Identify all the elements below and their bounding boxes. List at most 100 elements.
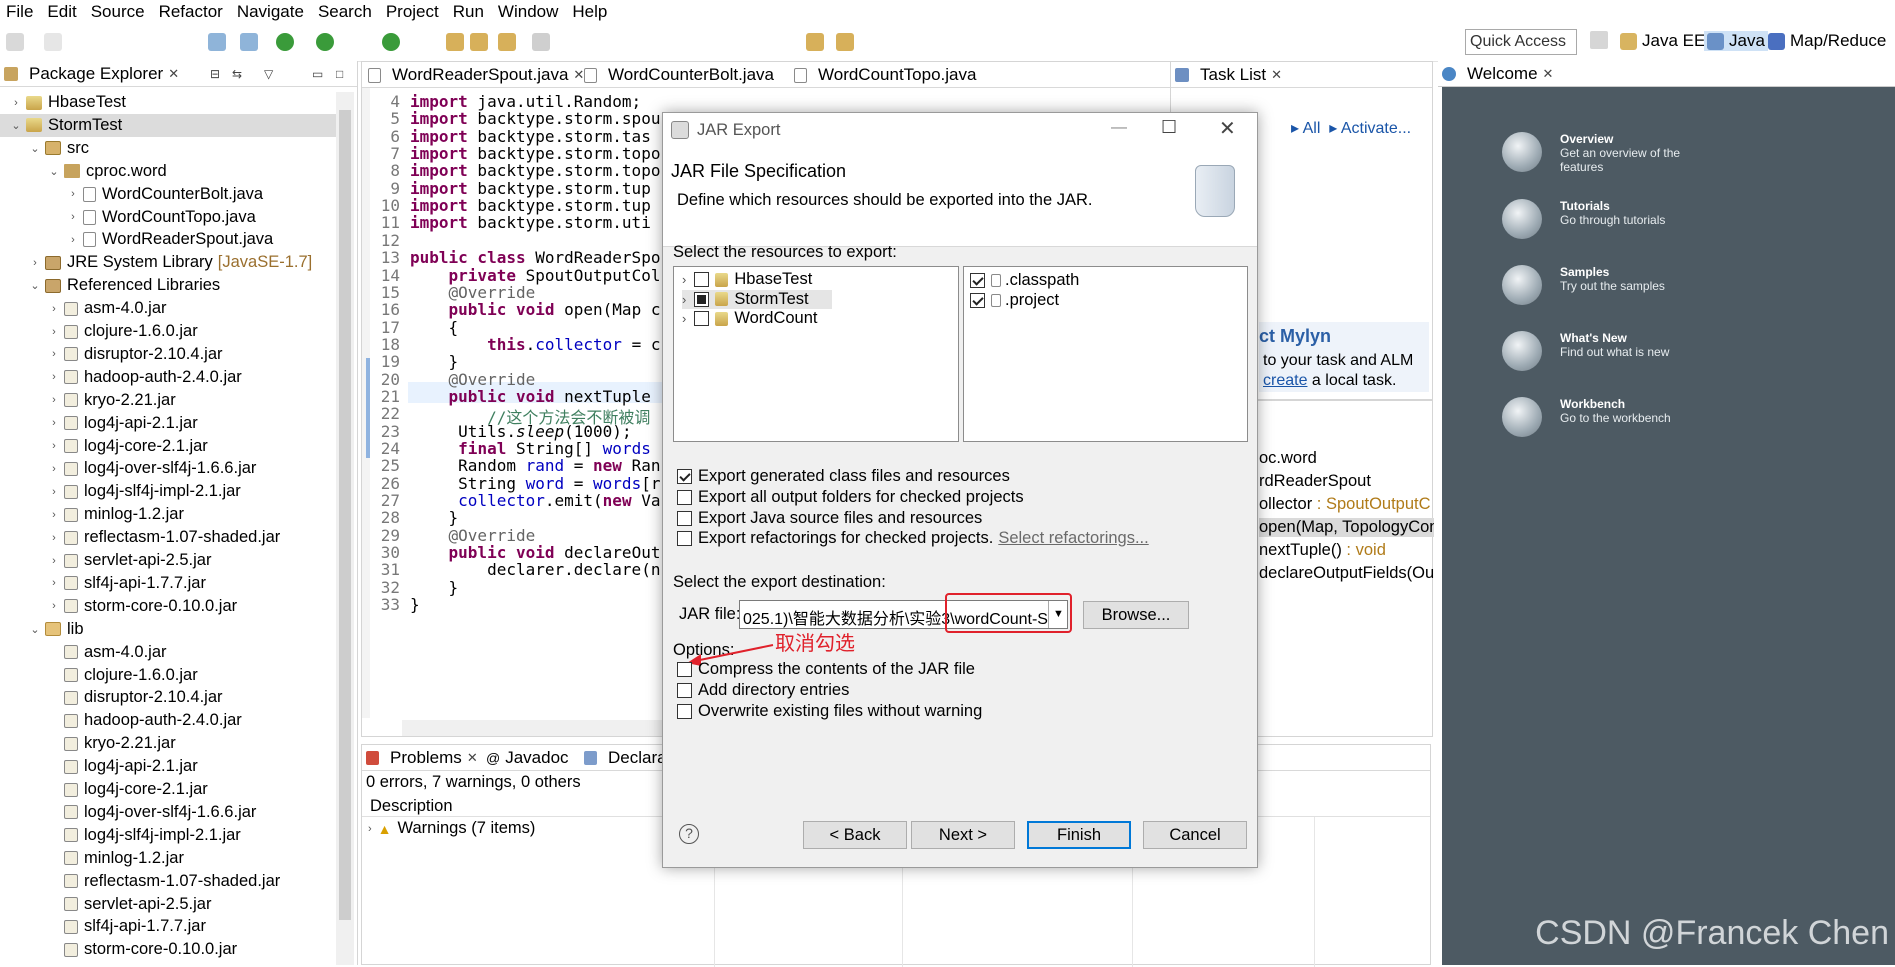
annotation-icon[interactable] — [532, 33, 550, 51]
jar-option-checkbox[interactable] — [677, 662, 692, 677]
outline-item[interactable]: open(Map, TopologyCon — [1259, 518, 1434, 537]
welcome-item-workbench[interactable]: Workbench Go to the workbench — [1502, 397, 1690, 437]
chevron-right-icon[interactable]: › — [682, 292, 686, 307]
tree-item[interactable]: ⌄ cproc.word — [0, 160, 166, 183]
export-option-checkbox[interactable] — [677, 469, 692, 484]
minimize-window-icon[interactable]: — — [1111, 119, 1127, 137]
code-line[interactable]: @Override — [410, 370, 536, 389]
file-checkbox[interactable] — [970, 293, 985, 308]
chevron-right-icon[interactable]: › — [48, 600, 60, 612]
collapse-all-icon[interactable]: ⊟ — [210, 67, 220, 81]
tree-item[interactable]: › log4j-slf4j-impl-2.1.jar — [0, 480, 241, 503]
project-checkbox[interactable] — [694, 311, 710, 326]
tree-item[interactable]: › log4j-core-2.1.jar — [0, 435, 208, 458]
tree-item[interactable]: › HbaseTest — [0, 91, 126, 114]
project-item[interactable]: › HbaseTest — [682, 270, 812, 289]
tree-item[interactable]: › minlog-1.2.jar — [0, 503, 184, 526]
tab-wordreaderspout[interactable]: WordReaderSpout.java ✕ — [368, 65, 584, 85]
menu-source[interactable]: Source — [91, 2, 145, 22]
chevron-right-icon[interactable]: › — [48, 303, 60, 315]
tree-item[interactable]: ⌄ Referenced Libraries — [0, 274, 220, 297]
tree-item[interactable]: minlog-1.2.jar — [0, 847, 184, 870]
quick-access-input[interactable]: Quick Access — [1465, 29, 1577, 55]
tab-problems[interactable]: Problems ✕ — [366, 748, 478, 768]
code-line[interactable]: public void declareOut — [410, 543, 661, 562]
close-icon[interactable]: ✕ — [168, 66, 179, 82]
finish-button[interactable]: Finish — [1027, 821, 1131, 849]
project-item[interactable]: › StormTest — [682, 289, 832, 309]
tree-item[interactable]: servlet-api-2.5.jar — [0, 893, 211, 916]
chevron-right-icon[interactable]: › — [48, 532, 60, 544]
chevron-right-icon[interactable]: › — [67, 188, 79, 200]
open-type-icon[interactable] — [446, 33, 464, 51]
jar-option[interactable]: Compress the contents of the JAR file — [677, 660, 975, 679]
jar-option-checkbox[interactable] — [677, 683, 692, 698]
code-line[interactable]: final String[] words — [410, 439, 651, 458]
tree-item[interactable]: log4j-core-2.1.jar — [0, 778, 208, 801]
tree-item[interactable]: slf4j-api-1.7.7.jar — [0, 915, 206, 938]
welcome-item-overview[interactable]: Overview Get an overview of the features — [1502, 132, 1690, 174]
search-icon[interactable] — [498, 33, 516, 51]
export-option[interactable]: Export refactorings for checked projects… — [677, 529, 1149, 548]
chevron-down-icon[interactable]: ⌄ — [48, 165, 60, 178]
close-icon[interactable]: ✕ — [1271, 67, 1282, 83]
jar-option[interactable]: Add directory entries — [677, 681, 849, 700]
run-icon[interactable] — [276, 33, 294, 51]
tree-item[interactable]: › clojure-1.6.0.jar — [0, 320, 198, 343]
back-button[interactable]: < Back — [803, 821, 907, 849]
code-line[interactable]: @Override — [410, 526, 536, 545]
code-line[interactable]: public void nextTuple — [410, 387, 651, 406]
export-option-checkbox[interactable] — [677, 489, 692, 505]
chevron-right-icon[interactable]: › — [48, 577, 60, 589]
package-explorer-tab[interactable]: Package Explorer ✕ ⊟ ⇆ ▽ ▭ □ — [0, 61, 357, 87]
open-task-icon[interactable] — [470, 33, 488, 51]
save-icon[interactable] — [44, 33, 62, 51]
file-checkbox[interactable] — [970, 273, 985, 288]
export-option-checkbox[interactable] — [677, 510, 692, 526]
chevron-right-icon[interactable]: › — [10, 97, 22, 109]
tree-item[interactable]: ⌄ StormTest — [0, 113, 336, 137]
tree-item[interactable]: ⌄ src — [0, 137, 89, 160]
menu-refactor[interactable]: Refactor — [159, 2, 223, 22]
tree-item[interactable]: › log4j-over-slf4j-1.6.6.jar — [0, 457, 256, 480]
menu-project[interactable]: Project — [386, 2, 439, 22]
code-line[interactable]: this.collector = c — [410, 335, 660, 354]
tool-icon[interactable] — [240, 33, 258, 51]
view-menu-icon[interactable]: ▽ — [264, 67, 273, 81]
outline-item[interactable]: oc.word — [1259, 449, 1317, 468]
task-list-tab[interactable]: Task List ✕ — [1171, 62, 1432, 88]
chevron-right-icon[interactable]: › — [67, 234, 79, 246]
tree-item[interactable]: › storm-core-0.10.0.jar — [0, 595, 237, 618]
tree-item[interactable]: › disruptor-2.10.4.jar — [0, 343, 222, 366]
outline-item[interactable]: declareOutputFields(Out — [1259, 564, 1434, 583]
tree-item[interactable]: › WordCountTopo.java — [0, 206, 256, 229]
tree-item[interactable]: reflectasm-1.07-shaded.jar — [0, 870, 280, 893]
chevron-right-icon[interactable]: › — [682, 311, 686, 326]
welcome-item-what-s-new[interactable]: What's New Find out what is new — [1502, 331, 1690, 371]
export-option[interactable]: Export Java source files and resources — [677, 509, 982, 528]
tree-item[interactable]: › log4j-api-2.1.jar — [0, 412, 198, 435]
code-line[interactable]: } — [410, 508, 459, 527]
code-line[interactable]: @Override — [410, 283, 536, 302]
chevron-right-icon[interactable]: › — [48, 394, 60, 406]
scrollbar-thumb[interactable] — [339, 110, 351, 920]
project-checkbox[interactable] — [694, 272, 710, 287]
chevron-right-icon[interactable]: › — [48, 417, 60, 429]
create-task-link[interactable]: create — [1263, 372, 1307, 389]
perspective-map-reduce[interactable]: Map/Reduce — [1768, 31, 1886, 51]
task-filter[interactable]: ▸ All ▸ Activate... — [1291, 118, 1411, 138]
tree-item[interactable]: ⌄ lib — [0, 618, 83, 641]
tree-item[interactable]: › slf4j-api-1.7.7.jar — [0, 572, 206, 595]
jar-option[interactable]: Overwrite existing files without warning — [677, 702, 982, 721]
close-icon[interactable]: ✕ — [1543, 66, 1554, 82]
tree-item[interactable]: disruptor-2.10.4.jar — [0, 686, 223, 709]
welcome-item-samples[interactable]: Samples Try out the samples — [1502, 265, 1690, 305]
code-line[interactable]: declarer.declare(n — [410, 560, 660, 579]
tree-item[interactable]: kryo-2.21.jar — [0, 732, 176, 755]
code-line[interactable]: import java.util.Random; — [410, 92, 641, 111]
code-line[interactable]: private SpoutOutputCol — [410, 266, 661, 285]
debug-icon[interactable] — [208, 33, 226, 51]
chevron-right-icon[interactable]: › — [48, 509, 60, 521]
code-line[interactable]: } — [410, 578, 459, 597]
tree-item[interactable]: log4j-slf4j-impl-2.1.jar — [0, 824, 241, 847]
